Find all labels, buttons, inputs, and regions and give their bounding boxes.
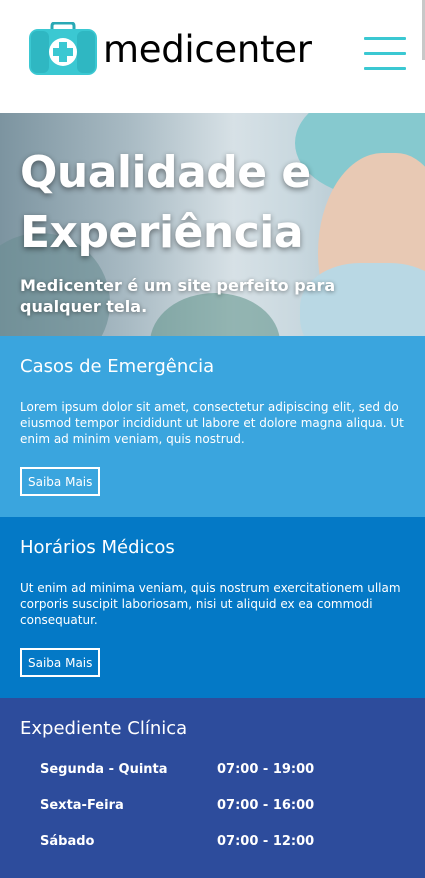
- hero-title: Qualidade e Experiência: [20, 147, 311, 258]
- panel-title: Expediente Clínica: [20, 718, 188, 739]
- schedule-hours: 07:00 - 12:00: [217, 834, 315, 849]
- logo[interactable]: medicenter: [28, 21, 312, 76]
- panel-title: Horários Médicos: [20, 537, 175, 558]
- medical-bag-icon: [28, 21, 98, 76]
- schedule-days: Sábado: [40, 834, 95, 849]
- panel-text: Lorem ipsum dolor sit amet, consectetur …: [20, 400, 404, 446]
- schedule-hours: 07:00 - 19:00: [217, 762, 315, 777]
- site-header: medicenter: [0, 0, 425, 113]
- clinic-hours-panel: Expediente Clínica Segunda - Quinta 07:0…: [0, 698, 425, 878]
- hamburger-menu-icon[interactable]: [364, 37, 406, 71]
- learn-more-button[interactable]: Saiba Mais: [20, 648, 101, 677]
- schedule-hours: 07:00 - 16:00: [217, 798, 315, 813]
- medical-hours-panel: Horários Médicos Ut enim ad minima venia…: [0, 517, 425, 698]
- panel-text: Ut enim ad minima veniam, quis nostrum e…: [20, 581, 401, 627]
- panel-title: Casos de Emergência: [20, 356, 215, 377]
- hero-subtitle: Medicenter é um site perfeito para qualq…: [20, 276, 336, 316]
- schedule-days: Segunda - Quinta: [40, 762, 168, 777]
- logo-text: medicenter: [103, 27, 312, 71]
- learn-more-button[interactable]: Saiba Mais: [20, 467, 101, 496]
- hero-banner: Qualidade e Experiência Medicenter é um …: [0, 113, 425, 336]
- schedule-days: Sexta-Feira: [40, 798, 124, 813]
- emergency-panel: Casos de Emergência Lorem ipsum dolor si…: [0, 336, 425, 517]
